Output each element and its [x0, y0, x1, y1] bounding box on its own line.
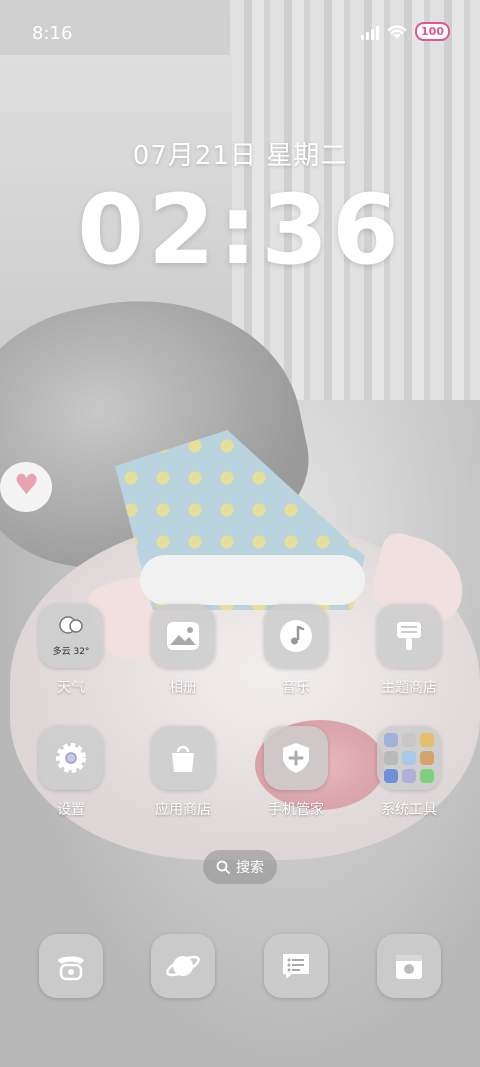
dock-camera[interactable]	[359, 934, 459, 998]
app-label: 系统工具	[381, 802, 437, 818]
status-bar: 8:16 100	[0, 0, 480, 68]
app-label: 手机管家	[268, 802, 324, 818]
app-system-tools-folder[interactable]: 系统工具	[359, 726, 459, 819]
shield-plus-icon	[264, 726, 328, 790]
search-icon	[216, 860, 230, 874]
phone-icon	[39, 934, 103, 998]
weather-widget-text: 多云 32°	[39, 644, 103, 657]
search-button[interactable]: 搜索	[203, 850, 277, 884]
search-label: 搜索	[236, 860, 264, 876]
app-label: 天气	[57, 680, 85, 696]
app-app-store[interactable]: 应用商店	[133, 726, 233, 819]
app-label: 相册	[169, 680, 197, 696]
wallpaper-heart-cushion	[0, 462, 52, 512]
lockscreen-clock[interactable]: 02:36	[0, 180, 480, 280]
weather-condition: 多云	[52, 647, 71, 657]
app-label: 主题商店	[381, 680, 437, 696]
camera-icon	[377, 934, 441, 998]
status-icons: 100	[361, 22, 450, 41]
app-label: 设置	[57, 802, 85, 818]
battery-indicator: 100	[415, 22, 450, 41]
music-note-icon	[264, 604, 328, 668]
gear-icon	[39, 726, 103, 790]
shopping-bag-icon	[151, 726, 215, 790]
dock-phone[interactable]	[21, 934, 121, 998]
wifi-icon	[387, 24, 407, 39]
app-label: 应用商店	[155, 802, 211, 818]
app-music[interactable]: 音乐	[246, 604, 346, 697]
folder-icon	[377, 726, 441, 790]
app-weather[interactable]: 多云 32° 天气	[21, 604, 121, 697]
browser-planet-icon	[151, 934, 215, 998]
status-time: 8:16	[32, 23, 73, 44]
app-gallery[interactable]: 相册	[133, 604, 233, 697]
wallpaper-nightcap-band	[140, 555, 365, 605]
app-theme-store[interactable]: 主题商店	[359, 604, 459, 697]
weather-cloud-icon: 多云 32°	[39, 604, 103, 668]
photo-icon	[151, 604, 215, 668]
app-phone-manager[interactable]: 手机管家	[246, 726, 346, 819]
message-icon	[264, 934, 328, 998]
paintbrush-icon	[377, 604, 441, 668]
signal-icon	[361, 24, 380, 40]
lockscreen-date: 07月21日 星期二	[132, 141, 348, 171]
app-settings[interactable]: 设置	[21, 726, 121, 819]
folder-preview-grid	[384, 733, 434, 783]
app-label: 音乐	[282, 680, 310, 696]
dock-messages[interactable]	[246, 934, 346, 998]
weather-temperature: 32°	[73, 647, 90, 657]
dock-browser[interactable]	[133, 934, 233, 998]
